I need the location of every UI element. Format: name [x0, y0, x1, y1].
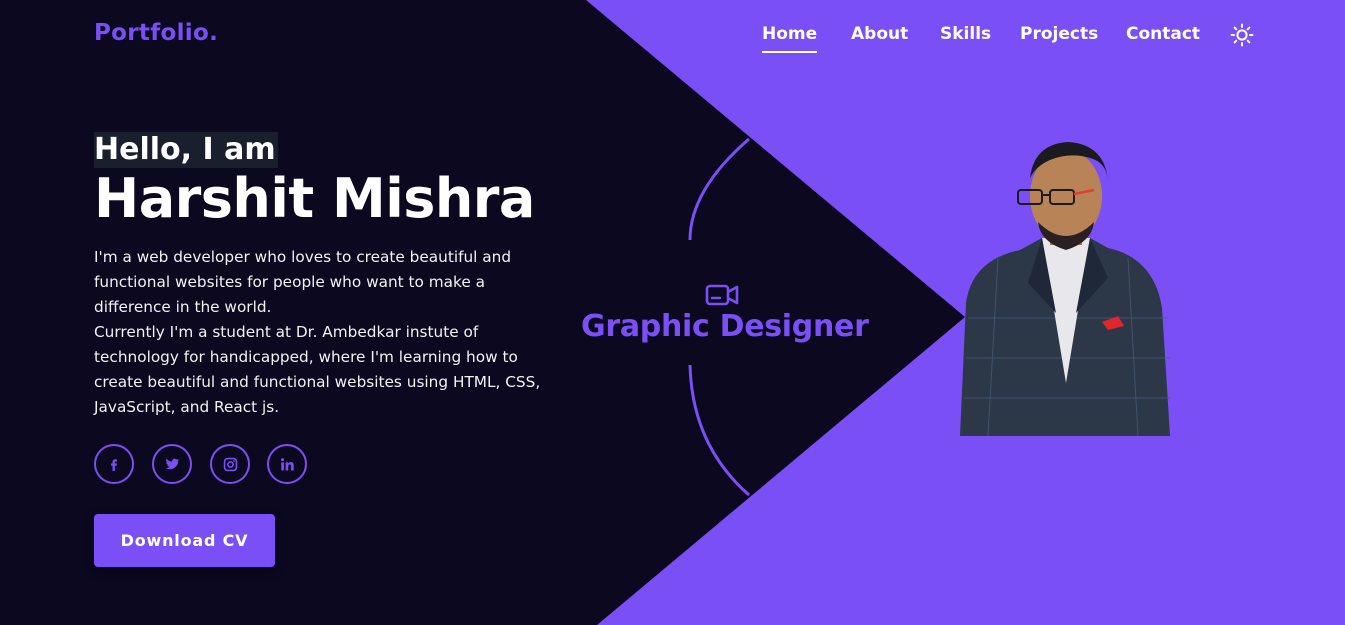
twitter-link[interactable] [152, 444, 192, 484]
download-cv-button[interactable]: Download CV [94, 514, 275, 567]
nav-about[interactable]: About [851, 24, 908, 44]
bio-paragraph-2: Currently I'm a student at Dr. Ambedkar … [94, 323, 541, 416]
facebook-icon [111, 459, 117, 471]
site-logo[interactable]: Portfolio. [94, 20, 218, 46]
nav-contact[interactable]: Contact [1126, 24, 1200, 44]
facebook-link[interactable] [94, 444, 134, 484]
linkedin-icon [280, 457, 294, 470]
nav-home[interactable]: Home [762, 24, 818, 53]
theme-toggle-button[interactable] [1230, 23, 1254, 47]
nav-projects[interactable]: Projects [1020, 24, 1098, 44]
linkedin-link[interactable] [267, 444, 307, 484]
hero-name: Harshit Mishra [94, 167, 535, 230]
instagram-link[interactable] [210, 444, 250, 484]
hero-bio: I'm a web developer who loves to create … [94, 245, 544, 420]
twitter-icon [165, 458, 180, 470]
sun-icon [1230, 23, 1254, 47]
bio-paragraph-1: I'm a web developer who loves to create … [94, 248, 512, 316]
video-camera-icon [705, 284, 739, 306]
nav-skills[interactable]: Skills [940, 24, 991, 44]
profile-photo [960, 142, 1170, 436]
hero-greeting: Hello, I am [94, 132, 278, 168]
instagram-icon [223, 457, 237, 471]
role-title: Graphic Designer [581, 309, 869, 344]
